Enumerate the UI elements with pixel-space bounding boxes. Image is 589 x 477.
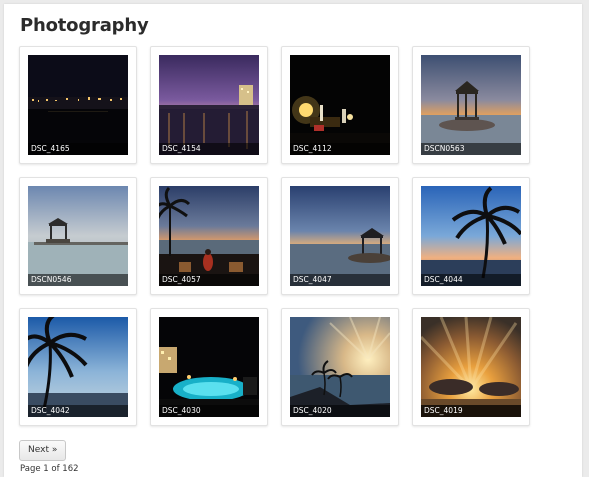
photo-image: DSC_4112 (290, 55, 390, 155)
photo-caption: DSC_4020 (290, 405, 390, 417)
photo-caption: DSC_4112 (290, 143, 390, 155)
photo-caption: DSCN0563 (421, 143, 521, 155)
photo-thumbnail[interactable]: DSC_4154 (150, 46, 268, 164)
photo-caption: DSC_4030 (159, 405, 259, 417)
photo-caption: DSC_4019 (421, 405, 521, 417)
photo-thumbnail[interactable]: DSC_4057 (150, 177, 268, 295)
photo-thumbnail[interactable]: DSC_4019 (412, 308, 530, 426)
photo-caption: DSC_4044 (421, 274, 521, 286)
photo-image: DSC_4020 (290, 317, 390, 417)
photo-caption: DSC_4042 (28, 405, 128, 417)
photo-grid: DSC_4165 DSC_4154 DSC_4112 DSCN0563 DSCN… (19, 46, 539, 426)
photo-thumbnail[interactable]: DSCN0546 (19, 177, 137, 295)
photo-image: DSC_4165 (28, 55, 128, 155)
photo-image: DSC_4044 (421, 186, 521, 286)
photo-thumbnail[interactable]: DSC_4112 (281, 46, 399, 164)
photo-caption: DSC_4154 (159, 143, 259, 155)
photo-image: DSC_4042 (28, 317, 128, 417)
photo-caption: DSC_4047 (290, 274, 390, 286)
page-title: Photography (20, 15, 149, 36)
photo-image: DSC_4154 (159, 55, 259, 155)
photo-thumbnail[interactable]: DSC_4047 (281, 177, 399, 295)
page-indicator: Page 1 of 162 (20, 464, 79, 474)
photo-image: DSC_4030 (159, 317, 259, 417)
photo-thumbnail[interactable]: DSC_4042 (19, 308, 137, 426)
photo-thumbnail[interactable]: DSC_4165 (19, 46, 137, 164)
photo-thumbnail[interactable]: DSC_4020 (281, 308, 399, 426)
photo-image: DSC_4047 (290, 186, 390, 286)
photo-image: DSCN0563 (421, 55, 521, 155)
photo-caption: DSC_4165 (28, 143, 128, 155)
photo-image: DSC_4019 (421, 317, 521, 417)
next-page-button[interactable]: Next » (19, 440, 67, 461)
photo-image: DSC_4057 (159, 186, 259, 286)
photo-thumbnail[interactable]: DSCN0563 (412, 46, 530, 164)
photo-thumbnail[interactable]: DSC_4030 (150, 308, 268, 426)
photo-caption: DSC_4057 (159, 274, 259, 286)
photo-thumbnail[interactable]: DSC_4044 (412, 177, 530, 295)
photo-image: DSCN0546 (28, 186, 128, 286)
gallery-page: Photography DSC_4165 DSC_4154 DSC_4112 D… (4, 4, 582, 477)
photo-caption: DSCN0546 (28, 274, 128, 286)
